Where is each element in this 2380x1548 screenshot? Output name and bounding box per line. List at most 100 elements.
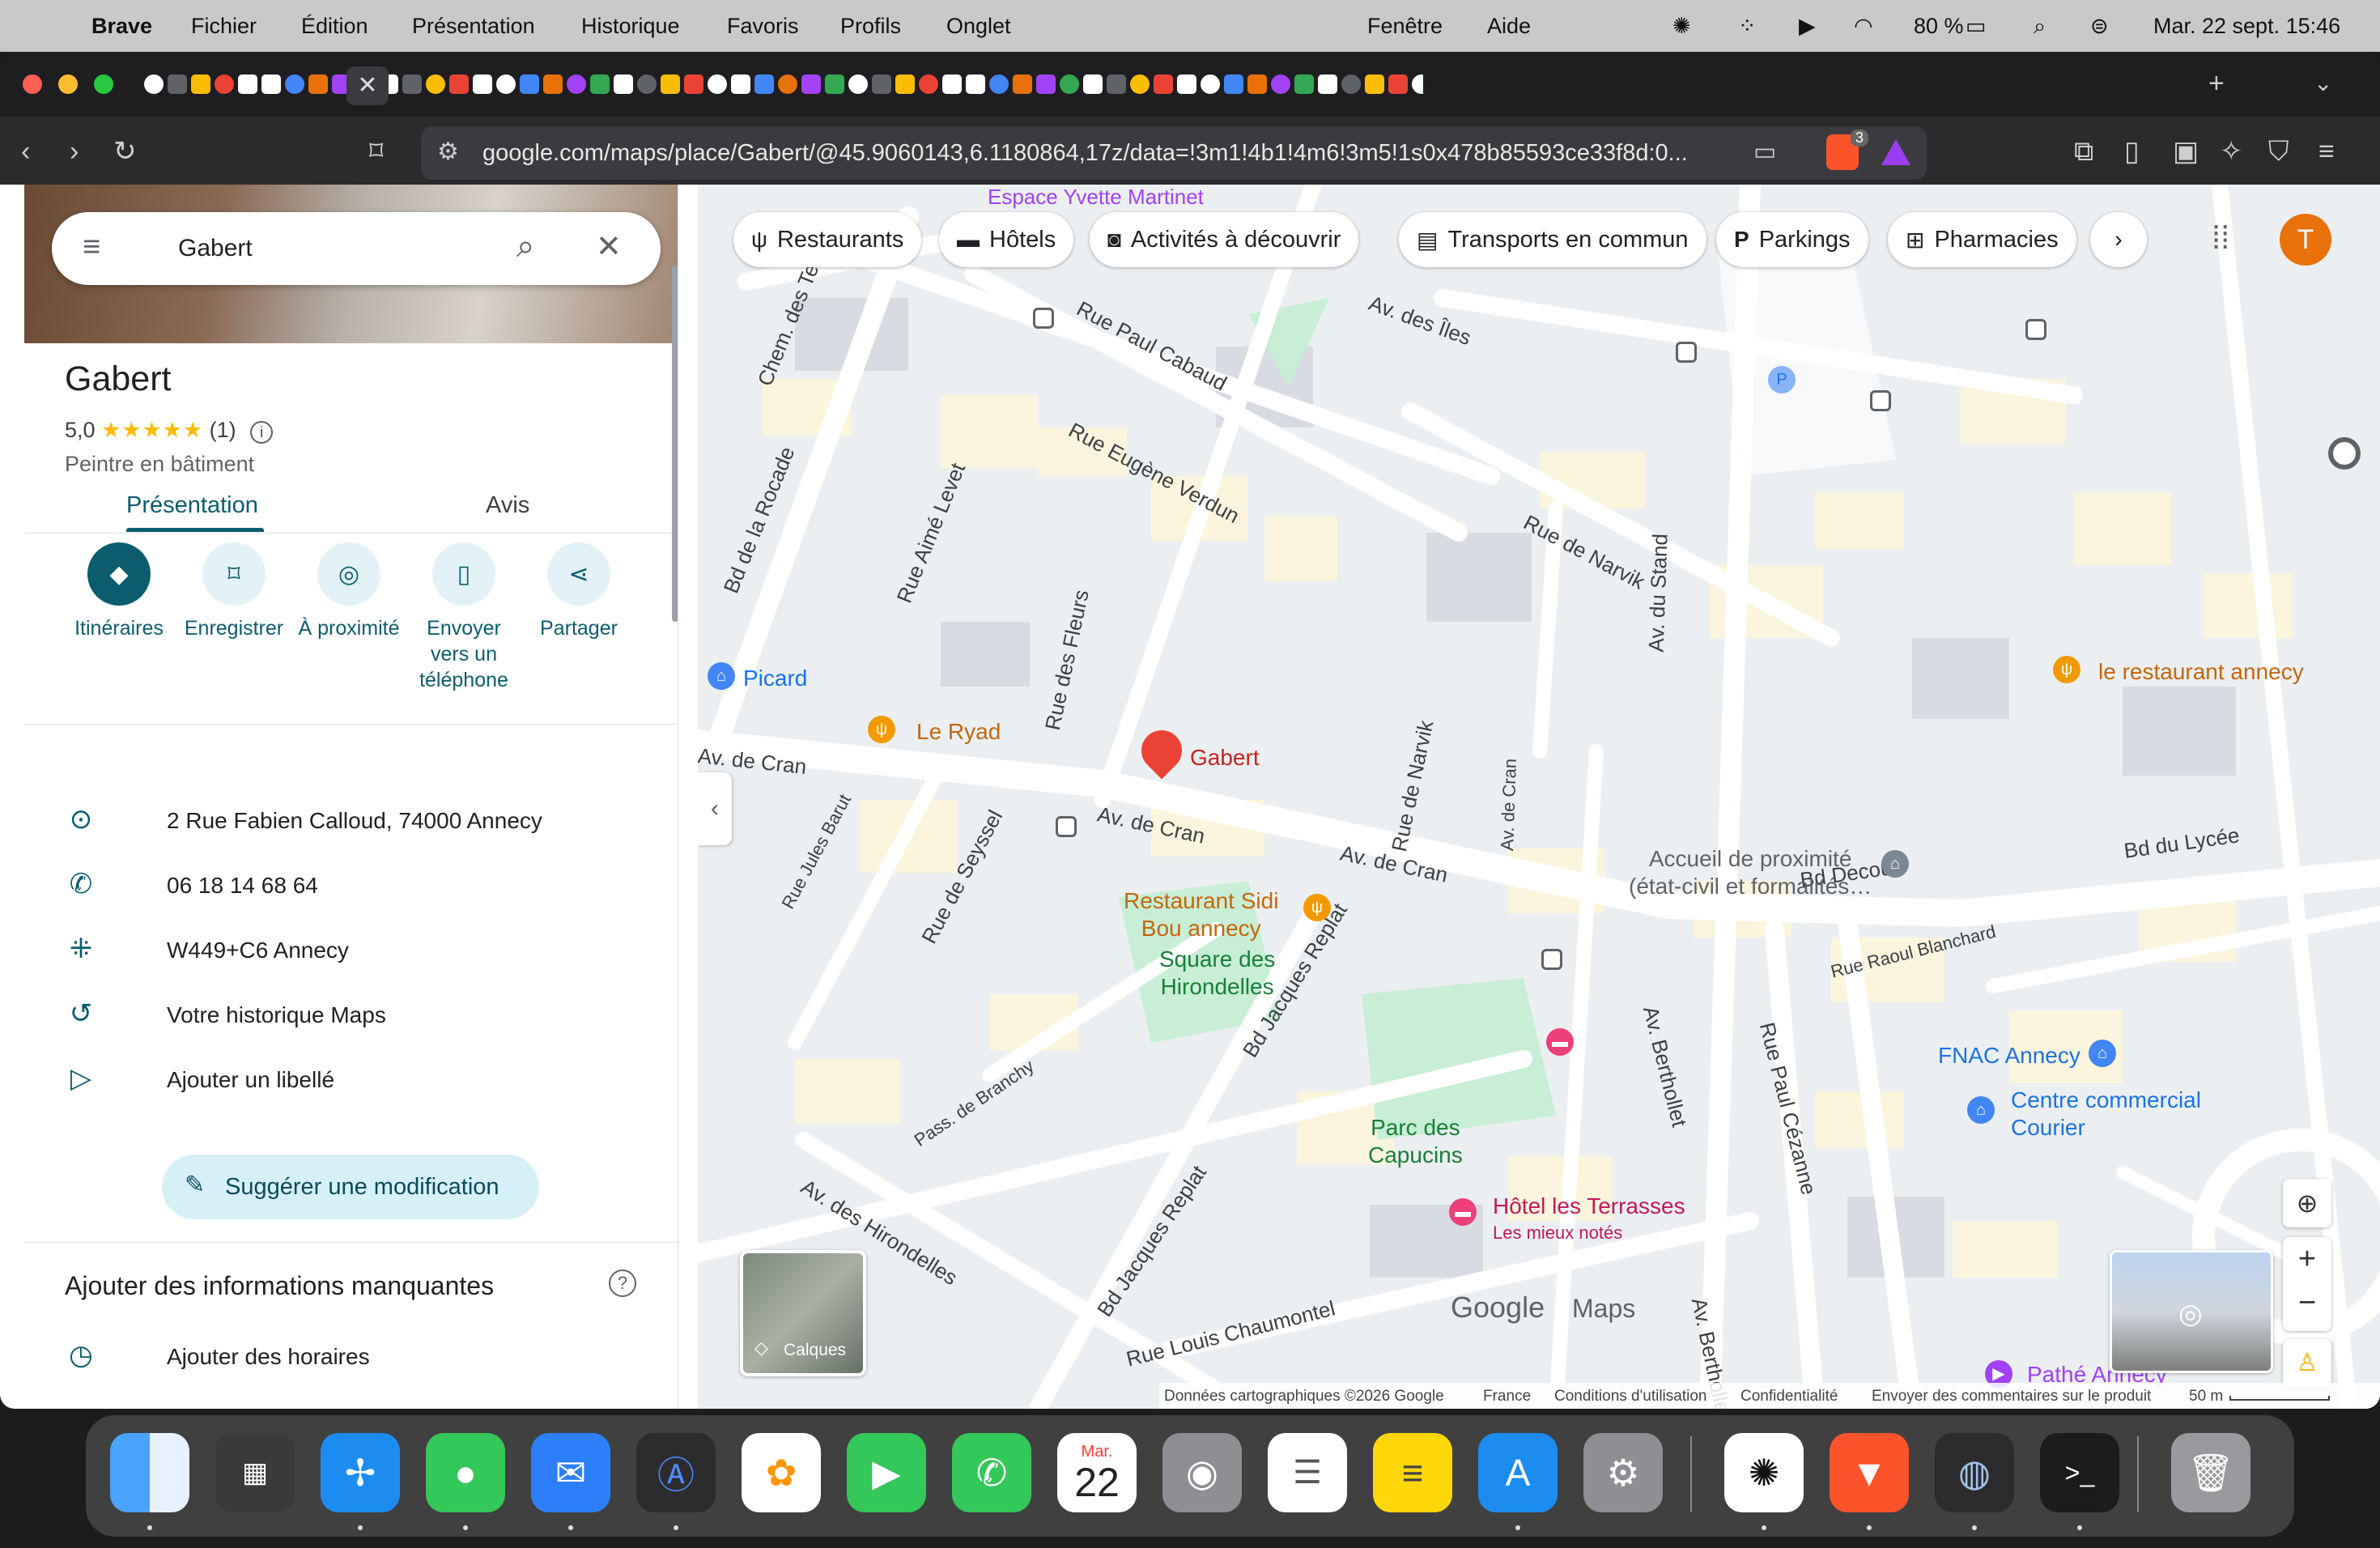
leo-ai-icon[interactable]: ✧ bbox=[2220, 138, 2243, 165]
tab-favicon-icon[interactable] bbox=[1130, 74, 1150, 94]
bookmark-icon[interactable]: ⌑ bbox=[369, 138, 383, 165]
bus-stop-icon[interactable] bbox=[1033, 308, 1054, 329]
menu-profils[interactable]: Profils bbox=[840, 14, 901, 39]
tab-favicon-icon[interactable] bbox=[919, 74, 938, 94]
rating-row[interactable]: 5,0 ★★★★★ (1) i bbox=[65, 418, 274, 444]
poi-square[interactable]: Square des Hirondelles bbox=[1159, 946, 1275, 1001]
poi-le-ryad[interactable]: Le Ryad bbox=[916, 719, 1001, 745]
tab-favicon-icon[interactable] bbox=[402, 74, 422, 94]
tab-favicon-icon[interactable] bbox=[661, 74, 680, 94]
tab-favicon-icon[interactable] bbox=[1107, 74, 1126, 94]
footer-feedback[interactable]: Envoyer des commentaires sur le produit bbox=[1872, 1388, 2151, 1406]
panel-scrollbar[interactable] bbox=[672, 266, 678, 622]
tab-favicon-icon[interactable] bbox=[825, 74, 844, 94]
control-center-icon[interactable]: ⊜ bbox=[2090, 14, 2109, 39]
poi-espace-yvette[interactable]: Espace Yvette Martinet bbox=[988, 185, 1204, 210]
help-icon[interactable]: ? bbox=[609, 1269, 636, 1297]
suggest-edit-button[interactable]: ✎ Suggérer une modification bbox=[162, 1155, 539, 1219]
chip-parkings[interactable]: P Parkings bbox=[1716, 212, 1868, 267]
tab-favicon-icon[interactable] bbox=[966, 74, 985, 94]
facetime-icon[interactable]: ▶ bbox=[847, 1433, 926, 1512]
tab-list-chevron-icon[interactable]: ⌄ bbox=[2314, 70, 2332, 96]
phone-row[interactable]: ✆ 06 18 14 68 64 bbox=[65, 863, 648, 912]
tab-favicon-icon[interactable] bbox=[1388, 74, 1408, 94]
tab-favicon-icon[interactable] bbox=[801, 74, 821, 94]
system-settings-icon[interactable]: ⚙ bbox=[1583, 1433, 1663, 1512]
shopping-pin-icon[interactable]: ⌂ bbox=[2089, 1040, 2116, 1067]
chip-pharmacies[interactable]: ⊞ Pharmacies bbox=[1888, 212, 2076, 267]
back-icon[interactable]: ‹ bbox=[21, 138, 30, 165]
forward-icon[interactable]: › bbox=[70, 138, 79, 165]
site-settings-icon[interactable]: ⚙ bbox=[437, 138, 459, 166]
tab-favicon-icon[interactable] bbox=[590, 74, 610, 94]
footer-country[interactable]: France bbox=[1483, 1388, 1531, 1406]
directions-button[interactable]: ◆ Itinéraires bbox=[58, 542, 180, 641]
tab-favicon-icon[interactable] bbox=[942, 74, 962, 94]
play-status-icon[interactable]: ▶ bbox=[1799, 14, 1816, 39]
sidebar-icon[interactable]: ▯ bbox=[2124, 138, 2140, 165]
tab-favicon-icon[interactable] bbox=[1271, 74, 1290, 94]
brave-icon[interactable]: ▼ bbox=[1830, 1433, 1909, 1512]
tab-favicon-icon[interactable] bbox=[731, 74, 750, 94]
menu-fichier[interactable]: Fichier bbox=[191, 14, 257, 39]
tab-favicon-icon[interactable] bbox=[520, 74, 539, 94]
poi-parc[interactable]: Parc des Capucins bbox=[1368, 1114, 1463, 1169]
tab-favicon-icon[interactable] bbox=[1060, 74, 1079, 94]
tab-presentation[interactable]: Présentation bbox=[126, 492, 258, 519]
grid-status-icon[interactable]: ⁘ bbox=[1738, 14, 1757, 39]
trash-icon[interactable]: 🗑 bbox=[2171, 1433, 2250, 1512]
menu-edition[interactable]: Édition bbox=[301, 14, 368, 39]
add-hours-row[interactable]: ◷ Ajouter des horaires bbox=[65, 1334, 648, 1383]
tab-favicon-icon[interactable] bbox=[191, 74, 210, 94]
tab-favicon-icon[interactable] bbox=[1177, 74, 1196, 94]
menu-app-name[interactable]: Brave bbox=[91, 14, 152, 39]
tab-favicon-icon[interactable] bbox=[144, 74, 164, 94]
collapse-panel-button[interactable]: ‹ bbox=[698, 772, 732, 845]
tab-favicon-icon[interactable] bbox=[1341, 74, 1361, 94]
tab-favicon-icon[interactable] bbox=[1412, 74, 1423, 94]
tab-favicon-icon[interactable] bbox=[168, 74, 187, 94]
mail-icon[interactable]: ✉ bbox=[531, 1433, 610, 1512]
tab-favicon-icon[interactable] bbox=[1013, 74, 1032, 94]
tab-favicon-icon[interactable] bbox=[1201, 74, 1220, 94]
tab-favicon-icon[interactable] bbox=[215, 74, 234, 94]
extensions-icon[interactable]: ⧉ bbox=[2074, 138, 2093, 165]
tab-favicon-icon[interactable] bbox=[496, 74, 516, 94]
tab-favicon-icon[interactable] bbox=[708, 74, 727, 94]
battery-icon[interactable]: ▭ bbox=[1966, 14, 1987, 39]
photos-icon[interactable]: ✿ bbox=[742, 1433, 821, 1512]
parking-pin-icon[interactable]: P bbox=[1768, 366, 1796, 393]
tab-favicon-icon[interactable] bbox=[1318, 74, 1337, 94]
cast-icon[interactable]: ▭ bbox=[1753, 138, 1776, 166]
zoom-window-button[interactable] bbox=[94, 74, 113, 94]
new-tab-icon[interactable]: + bbox=[2208, 68, 2225, 100]
chips-next-button[interactable]: › bbox=[2090, 212, 2147, 267]
menu-historique[interactable]: Historique bbox=[581, 14, 680, 39]
apps-grid-icon[interactable]: ⁞⁞ bbox=[2212, 220, 2229, 257]
safari-icon[interactable]: ✢ bbox=[321, 1433, 400, 1512]
nearby-button[interactable]: ◎ À proximité bbox=[288, 542, 410, 641]
close-window-button[interactable] bbox=[23, 74, 42, 94]
wifi-icon[interactable]: ◠ bbox=[1854, 14, 1873, 39]
active-tab-close-icon[interactable]: ✕ bbox=[346, 66, 389, 105]
scale-label[interactable]: 50 m bbox=[2189, 1388, 2223, 1406]
hotel-pin-icon[interactable]: ▬ bbox=[1546, 1028, 1574, 1056]
account-avatar[interactable]: T bbox=[2280, 214, 2331, 266]
search-input[interactable]: Gabert bbox=[178, 235, 253, 262]
search-icon[interactable]: ⌕ bbox=[516, 228, 534, 265]
tab-favicon-icon[interactable] bbox=[1365, 74, 1384, 94]
vpn-icon[interactable]: ⛉ bbox=[2268, 138, 2289, 165]
search-box[interactable]: ≡ Gabert ⌕ ✕ bbox=[52, 212, 661, 285]
hotel-pin-icon[interactable]: ▬ bbox=[1449, 1198, 1477, 1226]
label-row[interactable]: ▷ Ajouter un libellé bbox=[65, 1057, 648, 1106]
reminders-icon[interactable]: ☰ bbox=[1268, 1433, 1347, 1512]
tab-avis[interactable]: Avis bbox=[486, 492, 529, 519]
rating-count[interactable]: (1) bbox=[210, 418, 236, 442]
shopping-pin-icon[interactable]: ⌂ bbox=[708, 662, 735, 690]
poi-picard[interactable]: Picard bbox=[743, 666, 807, 691]
poi-fnac[interactable]: FNAC Annecy bbox=[1938, 1043, 2080, 1069]
contacts-icon[interactable]: ◉ bbox=[1162, 1433, 1242, 1512]
send-to-phone-button[interactable]: ▯ Envoyer vers un téléphone bbox=[403, 542, 525, 693]
poi-centre-commercial[interactable]: Centre commercial Courier bbox=[2011, 1087, 2201, 1142]
tab-favicon-icon[interactable] bbox=[637, 74, 657, 94]
